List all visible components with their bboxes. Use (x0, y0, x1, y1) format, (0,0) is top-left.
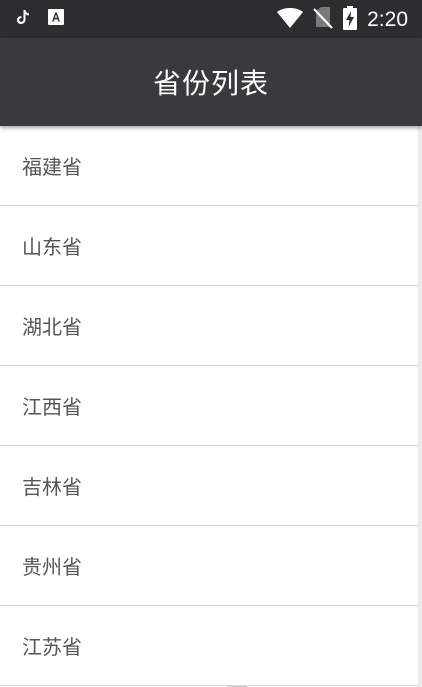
province-list: 福建省 山东省 湖北省 江西省 吉林省 贵州省 江苏省 (0, 126, 418, 686)
status-system: 2:20 (277, 6, 408, 34)
status-bar: 2:20 (0, 0, 422, 38)
page-title: 省份列表 (152, 67, 269, 100)
list-item-label: 江西省 (22, 395, 82, 419)
status-notifications (16, 9, 64, 29)
app-screen: 2:20 省份列表 福建省 山东省 湖北省 江西省 吉林省 贵州省 江苏省 (0, 0, 422, 687)
list-item[interactable]: 江苏省 (0, 606, 418, 686)
list-item-label: 贵州省 (22, 555, 82, 579)
app-bar: 省份列表 (0, 38, 422, 126)
no-sim-icon (313, 7, 333, 33)
list-item-label: 江苏省 (22, 635, 82, 659)
window-edge (418, 126, 422, 687)
list-item[interactable]: 吉林省 (0, 446, 418, 526)
list-item[interactable]: 福建省 (0, 126, 418, 206)
list-item[interactable]: 山东省 (0, 206, 418, 286)
status-time: 2:20 (367, 8, 408, 31)
list-item-label: 山东省 (22, 235, 82, 259)
battery-charging-icon (343, 6, 358, 34)
list-item-label: 福建省 (22, 155, 82, 179)
text-a-icon (48, 9, 64, 29)
list-item[interactable]: 江西省 (0, 366, 418, 446)
list-item-label: 湖北省 (22, 315, 82, 339)
list-item[interactable]: 湖北省 (0, 286, 418, 366)
wifi-icon (277, 8, 304, 32)
list-item[interactable]: 贵州省 (0, 526, 418, 606)
tiktok-icon (16, 9, 30, 29)
list-item-label: 吉林省 (22, 475, 82, 499)
